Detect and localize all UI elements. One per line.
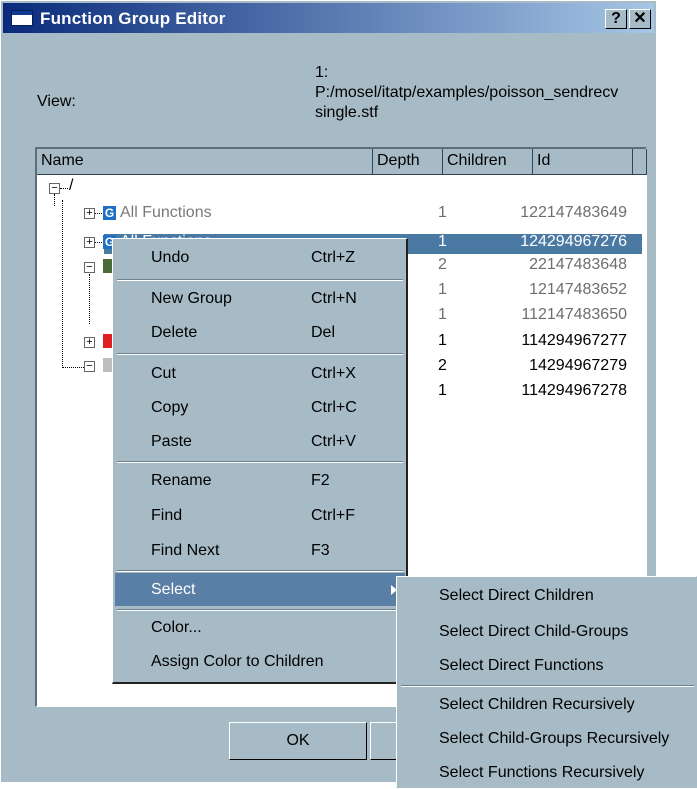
row-children: 2 (529, 256, 538, 273)
row-children: 12 (520, 233, 538, 250)
column-header-name[interactable]: Name (37, 149, 373, 175)
menu-item-color[interactable]: Color... (115, 611, 405, 644)
menu-item-find-next[interactable]: Find Next F3 (115, 534, 405, 567)
collapse-icon[interactable]: − (84, 361, 95, 372)
collapse-icon[interactable]: − (49, 183, 60, 194)
menu-separator (117, 353, 403, 355)
ok-button[interactable]: OK (229, 722, 367, 760)
tree-connector (60, 188, 68, 189)
column-header-children[interactable]: Children (443, 149, 533, 175)
row-children: 11 (521, 332, 538, 349)
view-path-line1: 1: (315, 64, 329, 81)
row-children: 1 (529, 357, 538, 374)
menu-separator (117, 461, 403, 463)
window-icon (11, 10, 33, 26)
title-bar[interactable]: Function Group Editor ? ✕ (3, 3, 654, 33)
column-header-filler (633, 149, 647, 175)
row-depth: 2 (438, 357, 447, 374)
row-depth: 2 (438, 256, 447, 273)
menu-item-cut[interactable]: Cut Ctrl+X (115, 357, 405, 390)
menu-item-assign-color[interactable]: Assign Color to Children (115, 645, 405, 678)
view-path: 1: P:/mosel/itatp/examples/poisson_sendr… (315, 63, 645, 123)
tree-connector (95, 213, 102, 214)
row-id: 4294967276 (538, 233, 627, 250)
row-depth: 1 (438, 382, 447, 399)
close-button[interactable]: ✕ (629, 9, 651, 29)
root-label[interactable]: / (69, 177, 73, 195)
help-button[interactable]: ? (605, 9, 627, 29)
menu-item-rename[interactable]: Rename F2 (115, 464, 405, 497)
submenu-item-direct-child-groups[interactable]: Select Direct Child-Groups (399, 615, 696, 648)
menu-item-delete[interactable]: Delete Del (115, 316, 405, 349)
expand-icon[interactable]: + (84, 237, 95, 248)
row-id: 4294967277 (538, 332, 627, 349)
menu-item-new-group[interactable]: New Group Ctrl+N (115, 282, 405, 315)
row-id: 4294967279 (538, 357, 627, 374)
view-path-line2: P:/mosel/itatp/examples/poisson_sendrecv (315, 84, 619, 101)
row-id: 4294967278 (538, 382, 627, 399)
row-depth: 1 (438, 332, 447, 349)
row-depth: 1 (438, 306, 447, 323)
context-menu: Undo Ctrl+Z New Group Ctrl+N Delete Del Cut… (112, 238, 408, 684)
tree-connector (62, 367, 84, 368)
submenu-item-direct-functions[interactable]: Select Direct Functions (399, 649, 696, 682)
tree-connector (95, 242, 102, 243)
menu-item-select[interactable]: Select (115, 573, 405, 606)
row-children: 1 (529, 281, 538, 298)
row-id: 2147483650 (538, 306, 627, 323)
tree-connector (89, 274, 90, 324)
collapse-icon[interactable]: − (84, 262, 95, 273)
menu-item-find[interactable]: Find Ctrl+F (115, 499, 405, 532)
row-depth: 1 (438, 233, 447, 250)
window-title: Function Group Editor (40, 9, 226, 28)
submenu-item-direct-children[interactable]: Select Direct Children (399, 579, 696, 612)
column-header-id[interactable]: Id (533, 149, 633, 175)
row-name[interactable]: All Functions (120, 204, 212, 222)
tree-connector (54, 194, 55, 206)
menu-item-copy[interactable]: Copy Ctrl+C (115, 391, 405, 424)
menu-separator (117, 279, 403, 281)
row-id: 2147483652 (538, 281, 627, 298)
menu-separator (117, 570, 403, 572)
row-depth: 1 (438, 281, 447, 298)
select-submenu: Select Direct Children Select Direct Chi… (396, 576, 697, 788)
row-children: 11 (521, 306, 538, 323)
expand-icon[interactable]: + (84, 337, 95, 348)
submenu-item-children-recursively[interactable]: Select Children Recursively (399, 688, 696, 721)
menu-separator (401, 685, 694, 687)
menu-item-undo[interactable]: Undo Ctrl+Z (115, 241, 405, 274)
view-label: View: (37, 93, 76, 110)
group-icon: G (103, 206, 116, 220)
view-path-line3: single.stf (315, 104, 379, 121)
row-id: 2147483648 (538, 256, 627, 273)
row-children: 11 (521, 382, 538, 399)
expand-icon[interactable]: + (84, 208, 95, 219)
submenu-item-child-groups-recursively[interactable]: Select Child-Groups Recursively (399, 722, 696, 755)
tree-connector (62, 200, 63, 368)
column-header-depth[interactable]: Depth (373, 149, 443, 175)
row-id: 2147483649 (538, 204, 627, 221)
row-depth: 1 (438, 204, 447, 221)
submenu-item-functions-recursively[interactable]: Select Functions Recursively (399, 756, 696, 789)
menu-item-paste[interactable]: Paste Ctrl+V (115, 425, 405, 458)
row-children: 12 (520, 204, 538, 221)
